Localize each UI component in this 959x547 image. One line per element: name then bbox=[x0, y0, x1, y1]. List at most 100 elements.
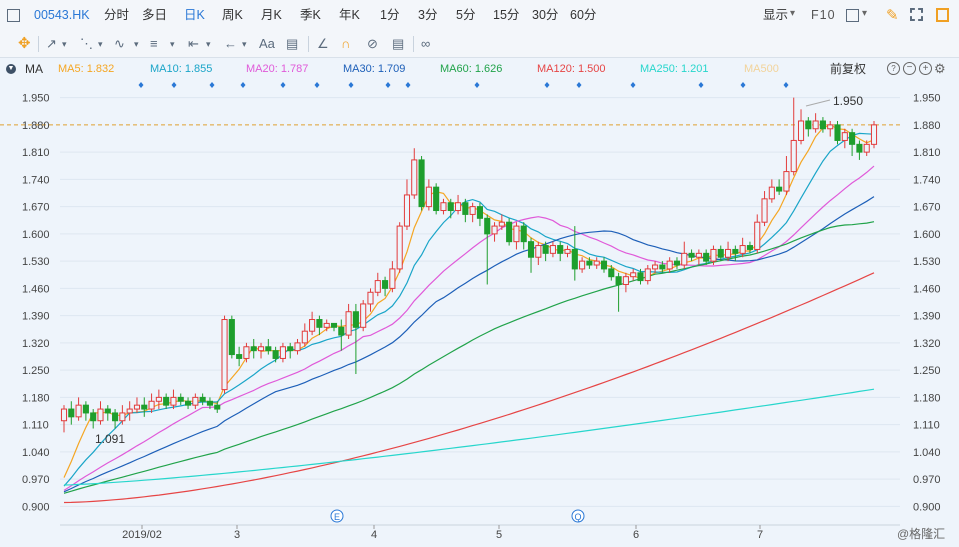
candle-body bbox=[294, 342, 301, 352]
candle-body bbox=[637, 272, 644, 282]
candle-body bbox=[841, 132, 848, 141]
y-tick-label: 1.250 bbox=[913, 365, 941, 377]
candle-body bbox=[243, 346, 250, 359]
candle-body bbox=[608, 268, 615, 278]
candle-body bbox=[630, 272, 637, 278]
candle-body bbox=[498, 221, 505, 227]
candle-body bbox=[163, 396, 170, 406]
candle-body bbox=[513, 225, 520, 243]
candle-body bbox=[301, 330, 308, 344]
y-tick-label: 1.810 bbox=[22, 147, 50, 159]
y-tick-label: 1.600 bbox=[913, 229, 941, 241]
y-tick-label: 1.670 bbox=[913, 202, 941, 214]
candle-body bbox=[287, 346, 294, 352]
plot-area bbox=[60, 84, 900, 520]
y-tick-label: 1.320 bbox=[913, 338, 941, 350]
candle-body bbox=[644, 268, 651, 282]
candle-body bbox=[396, 225, 403, 270]
candle-body bbox=[688, 252, 695, 258]
x-tick-label: 7 bbox=[757, 529, 763, 541]
candle-body bbox=[265, 346, 272, 352]
candle-body bbox=[112, 412, 119, 422]
y-tick-label: 1.530 bbox=[913, 256, 941, 268]
candle-body bbox=[725, 248, 732, 258]
candle-body bbox=[491, 225, 498, 235]
y-tick-label: 1.040 bbox=[22, 447, 50, 459]
candle-body bbox=[148, 400, 155, 410]
candle-body bbox=[819, 120, 826, 130]
candle-body bbox=[411, 159, 418, 196]
candle-body bbox=[214, 404, 221, 410]
candle-body bbox=[666, 260, 673, 270]
candle-body bbox=[615, 276, 622, 285]
candle-body bbox=[185, 400, 192, 406]
candle-body bbox=[520, 225, 527, 243]
y-tick-label: 1.250 bbox=[22, 365, 50, 377]
y-tick-label: 1.950 bbox=[913, 93, 941, 105]
candle-body bbox=[484, 217, 491, 235]
x-tick-label: 2019/02 bbox=[122, 529, 162, 541]
candle-body bbox=[382, 280, 389, 289]
y-tick-label: 0.970 bbox=[913, 474, 941, 486]
candlestick-chart[interactable]: 1.950 1.880 1.810 1.740 1.670 1.600 1.530 1.460… bbox=[0, 0, 959, 547]
y-tick-label: 1.880 bbox=[913, 120, 941, 132]
candle-body bbox=[170, 396, 177, 406]
candle-body bbox=[60, 408, 68, 422]
candle-body bbox=[710, 248, 717, 262]
y-tick-label: 1.320 bbox=[22, 338, 50, 350]
event-marker-label: E bbox=[334, 512, 340, 522]
candle-body bbox=[535, 245, 542, 258]
high-annotation: 1.950 bbox=[833, 94, 863, 108]
candle-body bbox=[549, 245, 556, 254]
candle-body bbox=[622, 276, 629, 285]
candle-body bbox=[527, 241, 535, 258]
candle-body bbox=[90, 412, 97, 422]
candle-body bbox=[425, 186, 432, 208]
y-tick-label: 1.810 bbox=[913, 147, 941, 159]
candle-body bbox=[155, 396, 162, 402]
watermark: @格隆汇 bbox=[897, 526, 945, 541]
y-tick-label: 1.460 bbox=[913, 283, 941, 295]
candle-body bbox=[192, 396, 199, 406]
candle-body bbox=[126, 408, 133, 414]
candle-body bbox=[703, 252, 710, 262]
y-tick-label: 1.950 bbox=[22, 93, 50, 105]
candle-body bbox=[352, 311, 359, 328]
candle-body bbox=[579, 260, 586, 270]
candle-body bbox=[783, 171, 790, 192]
candle-body bbox=[133, 404, 141, 410]
candle-body bbox=[418, 159, 425, 208]
candle-body bbox=[389, 268, 396, 289]
candle-body bbox=[338, 326, 345, 336]
candle-body bbox=[586, 260, 593, 266]
candle-body bbox=[316, 319, 323, 328]
candle-body bbox=[476, 206, 484, 219]
candle-body bbox=[805, 120, 812, 130]
candle-body bbox=[82, 404, 89, 414]
candle-body bbox=[279, 346, 286, 359]
candle-body bbox=[119, 412, 126, 422]
candle-body bbox=[272, 350, 279, 359]
candle-body bbox=[812, 120, 819, 130]
candle-body bbox=[330, 322, 338, 328]
candle-body bbox=[68, 408, 75, 418]
x-tick-label: 5 bbox=[496, 529, 502, 541]
candle-body bbox=[870, 124, 878, 145]
candle-body bbox=[659, 264, 666, 270]
candle-body bbox=[309, 319, 316, 332]
candle-body bbox=[834, 124, 841, 141]
candle-body bbox=[790, 139, 797, 173]
y-tick-label: 0.900 bbox=[913, 501, 941, 513]
y-tick-label: 1.600 bbox=[22, 229, 50, 241]
y-tick-label: 1.110 bbox=[913, 420, 940, 432]
candle-body bbox=[323, 322, 330, 328]
candle-body bbox=[695, 252, 702, 258]
candle-body bbox=[593, 260, 600, 266]
y-tick-label: 1.670 bbox=[22, 202, 50, 214]
candle-body bbox=[797, 120, 805, 141]
candle-body bbox=[768, 186, 775, 200]
y-tick-label: 1.040 bbox=[913, 447, 941, 459]
candle-body bbox=[228, 319, 235, 356]
candle-body bbox=[469, 206, 476, 215]
candle-body bbox=[776, 186, 783, 192]
